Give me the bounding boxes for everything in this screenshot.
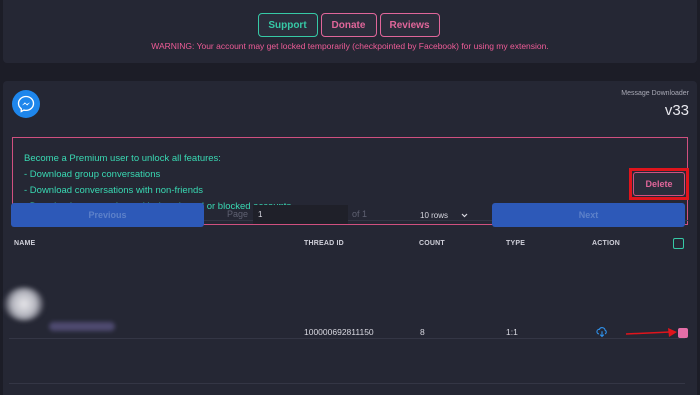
premium-line-group: - Download group conversations: [24, 169, 161, 180]
support-button[interactable]: Support: [257, 13, 318, 37]
type-cell: 1:1: [506, 327, 518, 337]
cloud-download-icon[interactable]: [596, 326, 608, 338]
column-header-count: COUNT: [419, 240, 445, 247]
rows-per-page-select[interactable]: 10 rows: [420, 207, 468, 223]
donate-button[interactable]: Donate: [320, 13, 377, 37]
warning-text: WARNING: Your account may get locked tem…: [151, 41, 549, 51]
column-header-action: ACTION: [592, 240, 621, 247]
contact-name-blurred: [49, 322, 115, 331]
count-cell: 8: [420, 327, 425, 337]
column-header-thread-id: THREAD ID: [304, 240, 344, 247]
rows-per-page-value: 10 rows: [420, 210, 449, 220]
main-panel: Message Downloader v33 Become a Premium …: [3, 81, 697, 395]
thread-id-cell: 100000692811150: [304, 327, 374, 337]
chevron-down-icon: [461, 213, 468, 217]
column-header-type: TYPE: [506, 240, 526, 247]
avatar: [4, 287, 44, 321]
page-label: Page: [227, 209, 249, 219]
top-panel: Support Donate Reviews WARNING: Your acc…: [3, 0, 697, 63]
select-all-checkbox[interactable]: [673, 238, 684, 249]
premium-line-non-friends: - Download conversations with non-friend…: [24, 185, 204, 196]
arrow-right-icon: [625, 328, 677, 337]
messenger-logo-glyph: [17, 95, 35, 113]
top-buttons: Support Donate Reviews: [3, 13, 697, 37]
previous-button[interactable]: Previous: [11, 203, 204, 227]
page-number-input[interactable]: [253, 205, 348, 224]
app-version: v33: [664, 102, 689, 119]
table-row-divider: [9, 383, 685, 384]
messenger-icon: [12, 90, 40, 118]
page-count-label: of 1: [352, 209, 368, 219]
premium-line-title: Become a Premium user to unlock all feat…: [24, 153, 221, 164]
next-button[interactable]: Next: [492, 203, 685, 227]
column-header-name: NAME: [14, 240, 36, 247]
table-header-divider: [9, 338, 685, 339]
row-select-checkbox[interactable]: [678, 328, 688, 338]
app-name: Message Downloader: [621, 90, 689, 97]
delete-button[interactable]: Delete: [633, 172, 685, 196]
reviews-button[interactable]: Reviews: [379, 13, 440, 37]
